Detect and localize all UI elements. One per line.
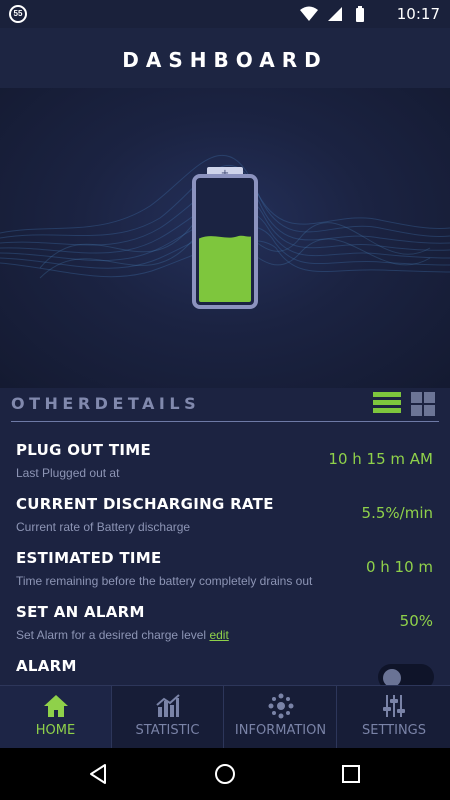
wifi-icon	[300, 6, 318, 21]
edit-alarm-link[interactable]: edit	[209, 628, 228, 642]
notification-badge: 55	[9, 5, 27, 23]
section-title: OTHERDETAILS	[11, 394, 201, 413]
home-nav-icon[interactable]	[213, 762, 237, 786]
battery-charge-fill	[199, 235, 251, 302]
back-icon[interactable]	[87, 763, 109, 785]
battery-hero: +	[0, 88, 450, 388]
tab-information[interactable]: INFORMATION	[225, 686, 337, 749]
row-description: Last Plugged out at	[16, 466, 120, 480]
grid-view-icon	[411, 392, 422, 403]
row-description-text: Set Alarm for a desired charge level	[16, 628, 207, 642]
detail-row-estimated-time: ESTIMATED TIME Time remaining before the…	[0, 549, 450, 603]
row-description: Current rate of Battery discharge	[16, 520, 191, 534]
dots-cluster-icon	[268, 693, 294, 719]
tab-label: HOME	[35, 723, 76, 738]
row-label: SET AN ALARM	[16, 603, 145, 621]
signal-icon	[328, 7, 342, 21]
tab-label: STATISTIC	[135, 723, 200, 738]
row-description: Time remaining before the battery comple…	[16, 574, 313, 588]
section-divider	[11, 421, 439, 422]
system-nav-bar	[0, 748, 450, 800]
other-details-panel: OTHERDETAILS PLUG OUT TIME Last Plugged …	[0, 388, 450, 685]
row-label: PLUG OUT TIME	[16, 441, 152, 459]
tab-statistic[interactable]: STATISTIC	[112, 686, 224, 749]
bottom-tab-bar: HOME STATISTIC INFORMATION SETTINGS	[0, 685, 450, 749]
alarm-toggle[interactable]	[378, 664, 434, 685]
battery-icon: +	[192, 167, 258, 309]
page-title: DASHBOARD	[122, 48, 328, 72]
sliders-icon	[383, 695, 405, 717]
toggle-knob	[383, 669, 401, 685]
row-value: 0 h 10 m	[365, 558, 433, 576]
home-icon	[44, 695, 68, 717]
row-value: 5.5%/min	[361, 504, 433, 522]
system-status-icons	[300, 6, 364, 22]
row-label: ESTIMATED TIME	[16, 549, 162, 567]
clock: 10:17	[396, 5, 440, 23]
list-view-icon	[373, 392, 401, 397]
tab-label: SETTINGS	[361, 723, 426, 738]
tab-home[interactable]: HOME	[0, 686, 112, 749]
tab-label: INFORMATION	[234, 723, 327, 738]
row-value: 50%	[399, 612, 433, 630]
recents-icon[interactable]	[341, 764, 361, 784]
row-label: CURRENT DISCHARGING RATE	[16, 495, 274, 513]
detail-row-set-alarm[interactable]: SET AN ALARM Set Alarm for a desired cha…	[0, 603, 450, 657]
tab-settings[interactable]: SETTINGS	[338, 686, 450, 749]
detail-row-plug-out-time: PLUG OUT TIME Last Plugged out at 10 h 1…	[0, 441, 450, 495]
battery-status-icon	[356, 6, 364, 22]
row-label: ALARM	[16, 657, 77, 675]
detail-row-discharging-rate: CURRENT DISCHARGING RATE Current rate of…	[0, 495, 450, 549]
row-description: Set Alarm for a desired charge level edi…	[16, 628, 229, 642]
grid-view-button[interactable]	[411, 392, 435, 416]
status-bar: 55 10:17	[0, 0, 450, 28]
list-view-button[interactable]	[373, 392, 401, 416]
app-header: DASHBOARD	[0, 28, 450, 88]
row-value: 10 h 15 m AM	[328, 450, 433, 468]
bar-chart-icon	[156, 694, 180, 717]
